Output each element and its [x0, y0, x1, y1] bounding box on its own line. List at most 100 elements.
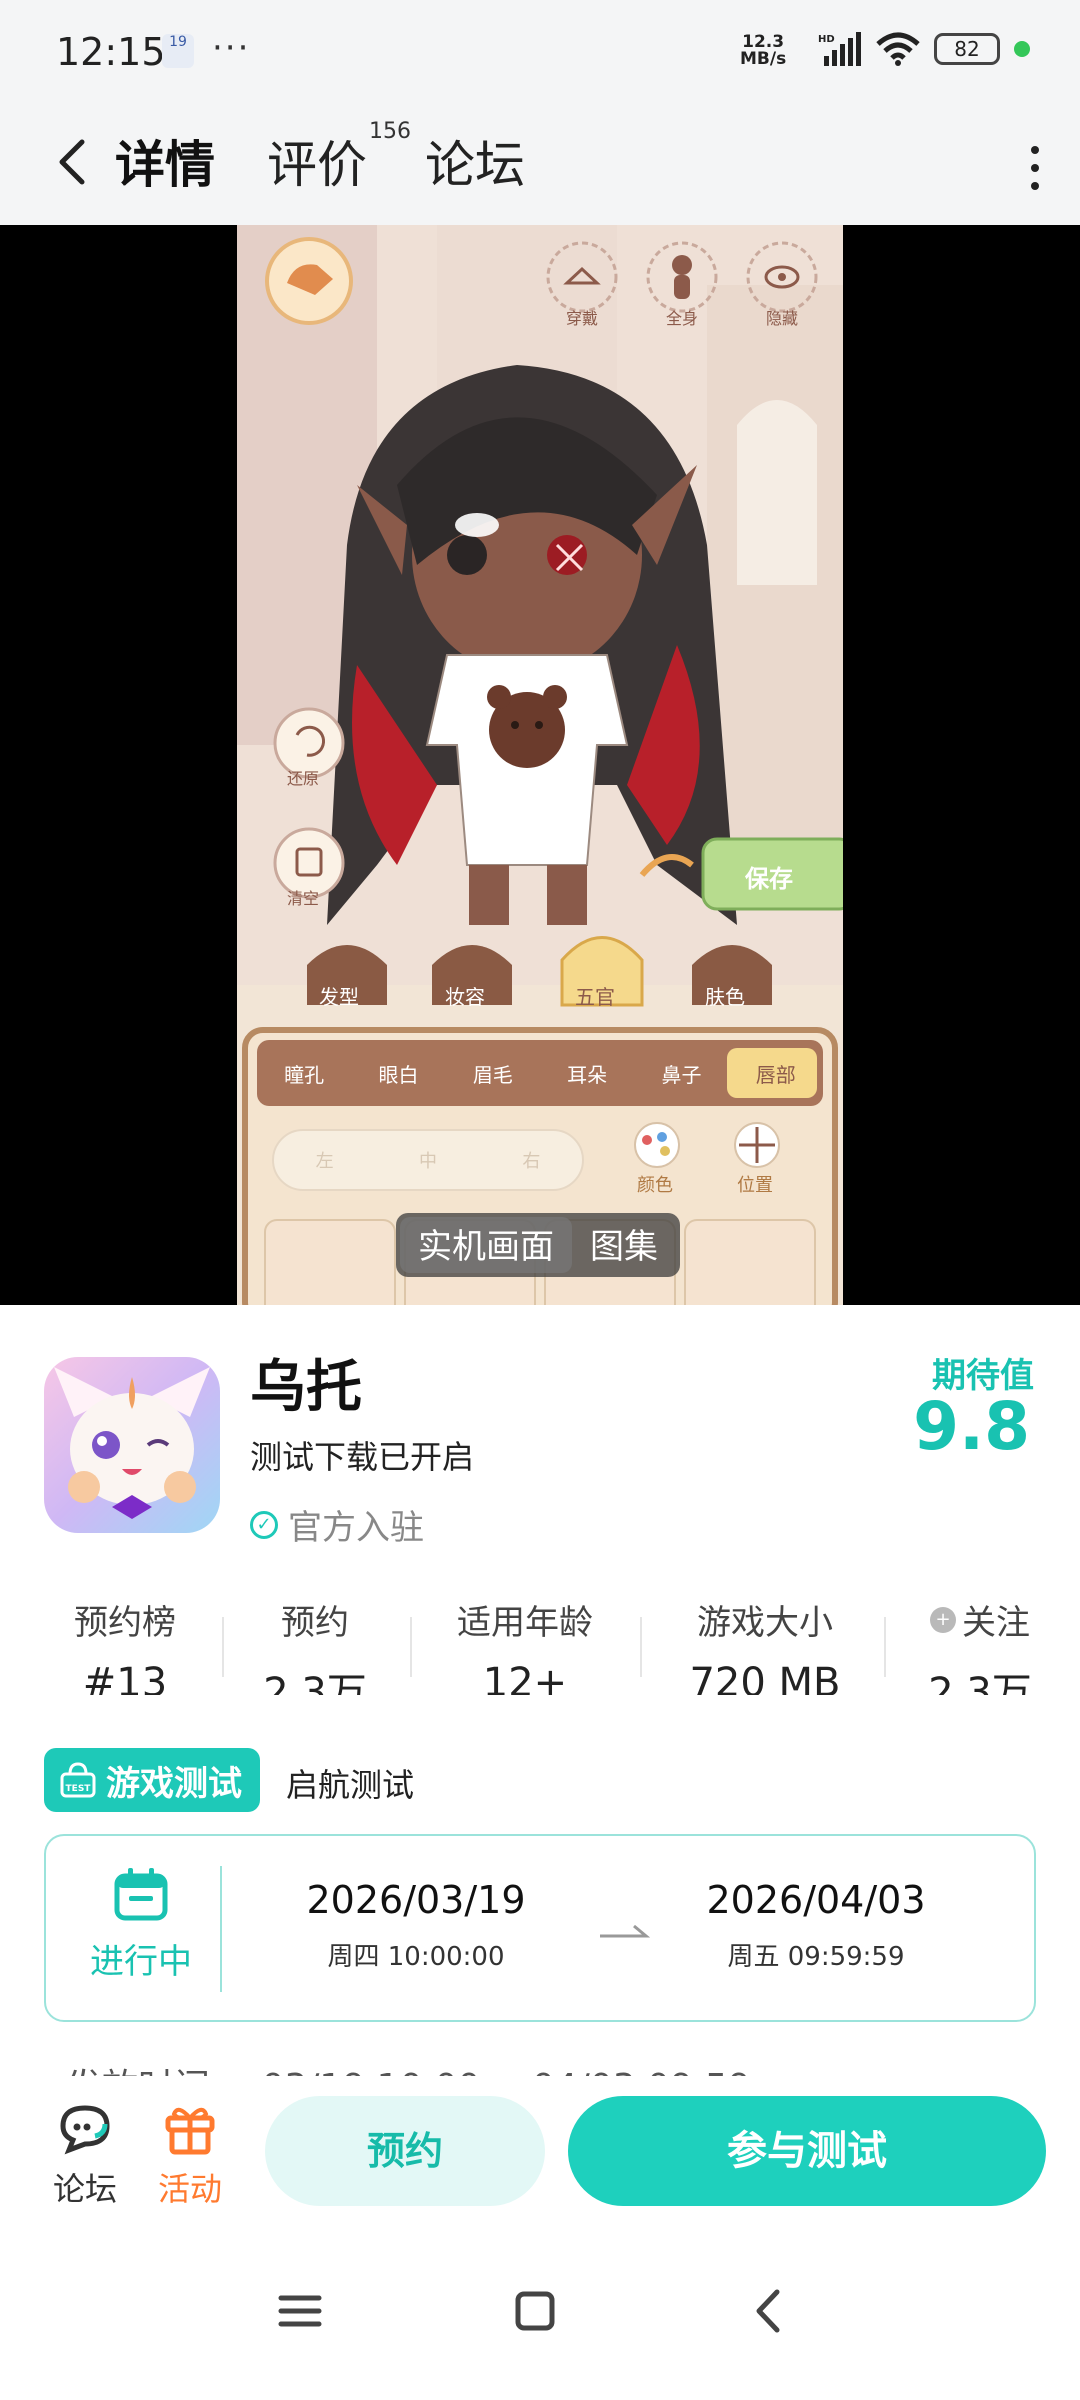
game-subtitle: 测试下载已开启 — [250, 1438, 475, 1476]
bottom-action-bar: 论坛 活动 预约 参与测试 — [0, 2076, 1080, 2226]
gift-icon — [165, 2107, 215, 2155]
game-title: 乌托 — [250, 1355, 362, 1420]
stat-reservations-label: 预约 — [281, 1603, 349, 1643]
arrow-right-icon — [600, 1924, 650, 1938]
home-icon[interactable] — [500, 2276, 570, 2346]
test-end-time: 周五 09:59:59 — [727, 1942, 905, 1972]
back-arrow-icon[interactable] — [44, 132, 104, 192]
activity-label: 活动 — [157, 2170, 222, 2208]
media-viewer[interactable]: 穿戴 全身 隐藏 还原 清空 保存 发型 妆容 五官 肤色 瞳孔 眼白 眉毛 耳… — [0, 225, 1080, 1305]
menu-icon[interactable] — [265, 2276, 335, 2346]
test-start-date: 2026/03/19 — [306, 1878, 526, 1922]
status-bar: 12:15 19 ··· 12.3 MB/s HD 82 — [0, 0, 1080, 110]
test-status-label: 进行中 — [90, 1942, 192, 1982]
official-badge: ✓ 官方入驻 — [250, 1500, 424, 1549]
check-circle-icon: ✓ — [250, 1510, 278, 1539]
stat-size-label: 游戏大小 — [697, 1603, 833, 1643]
toggle-gallery[interactable]: 图集 — [572, 1217, 676, 1273]
calendar-icon — [114, 1868, 168, 1921]
reserve-button[interactable]: 预约 — [265, 2096, 545, 2206]
game-subtab-eyewhite: 眼白 — [378, 1063, 419, 1087]
game-wear-label: 穿戴 — [565, 309, 598, 328]
stat-follow-label: 关注 — [962, 1603, 1030, 1643]
game-tab-makeup: 妆容 — [445, 985, 485, 1009]
game-screenshot[interactable]: 穿戴 全身 隐藏 还原 清空 保存 发型 妆容 五官 肤色 瞳孔 眼白 眉毛 耳… — [237, 225, 843, 1305]
calendar-day: 19 — [169, 34, 187, 50]
stat-reservations: 预约 2.3万 — [240, 1595, 390, 1695]
game-position-label: 位置 — [737, 1175, 773, 1196]
stat-size-value: 720 MB — [689, 1660, 841, 1695]
media-toggle: 实机画面 图集 — [396, 1213, 680, 1277]
toggle-gameplay[interactable]: 实机画面 — [400, 1217, 572, 1273]
tab-details-label: 详情 — [115, 136, 215, 194]
test-name: 启航测试 — [286, 1766, 415, 1804]
game-mascot-image — [44, 1357, 220, 1533]
game-pos-left: 左 — [315, 1151, 334, 1172]
stat-age: 适用年龄 12+ — [430, 1595, 620, 1695]
stat-divider — [640, 1617, 642, 1677]
stat-follow[interactable]: + 关注 2.3万 — [900, 1595, 1060, 1695]
tab-reviews-label: 评价 — [267, 136, 367, 194]
official-label: 官方入驻 — [288, 1508, 424, 1548]
stat-reservations-value: 2.3万 — [263, 1670, 367, 1695]
test-end-date: 2026/04/03 — [706, 1878, 926, 1922]
game-restore-label: 还原 — [287, 769, 320, 788]
expectation-score: 9.8 — [913, 1388, 1030, 1465]
stat-divider — [884, 1617, 886, 1677]
privacy-indicator-dot — [1014, 41, 1030, 57]
join-test-button[interactable]: 参与测试 — [568, 2096, 1046, 2206]
game-subtab-ear: 耳朵 — [567, 1063, 608, 1087]
stat-divider — [410, 1617, 412, 1677]
game-save-label: 保存 — [745, 865, 793, 893]
battery-icon: 82 — [934, 33, 1000, 65]
game-pos-right: 右 — [522, 1151, 541, 1172]
status-time: 12:15 — [56, 30, 166, 74]
forum-button[interactable]: 论坛 — [40, 2100, 130, 2210]
svg-text:TEST: TEST — [66, 1784, 92, 1794]
game-tab-hair: 发型 — [319, 985, 359, 1009]
more-options-icon[interactable] — [1020, 138, 1050, 198]
chat-bubble-icon — [60, 2105, 110, 2155]
game-sub-tabs: 瞳孔 眼白 眉毛 耳朵 鼻子 唇部 — [257, 1059, 823, 1088]
game-test-label: 游戏测试 — [106, 1763, 242, 1804]
tab-reviews[interactable]: 评价 156 — [267, 119, 411, 205]
test-start-time: 周四 10:00:00 — [327, 1942, 505, 1972]
tab-forum[interactable]: 论坛 — [425, 125, 525, 205]
back-icon[interactable] — [735, 2276, 805, 2346]
heart-plus-icon: + — [930, 1606, 956, 1633]
network-speed-unit: MB/s — [740, 49, 787, 69]
stat-follow-label-row: + 关注 — [900, 1595, 1060, 1644]
stat-reserve-rank-label: 预约榜 — [74, 1603, 176, 1643]
game-subtab-brow: 眉毛 — [472, 1063, 513, 1087]
tab-bar: 详情 评价 156 论坛 — [111, 119, 525, 205]
game-app-icon[interactable] — [44, 1357, 220, 1533]
stat-divider — [222, 1617, 224, 1677]
game-color-label: 颜色 — [637, 1175, 673, 1196]
system-nav-bar — [0, 2226, 1080, 2400]
stats-row: 预约榜 #13 预约 2.3万 适用年龄 12+ 游戏大小 720 MB + 关… — [0, 1595, 1080, 1695]
game-tab-features: 五官 — [575, 985, 615, 1009]
stat-age-label: 适用年龄 — [457, 1603, 593, 1643]
battery-level: 82 — [954, 37, 980, 61]
network-speed: 12.3 MB/s — [740, 34, 786, 68]
card-divider — [220, 1866, 222, 1992]
tab-forum-label: 论坛 — [425, 136, 525, 194]
activity-button[interactable]: 活动 — [145, 2100, 235, 2210]
game-hide-label: 隐藏 — [765, 309, 798, 328]
game-subtab-pupil: 瞳孔 — [284, 1063, 325, 1087]
game-subtab-nose: 鼻子 — [661, 1063, 702, 1087]
wifi-icon — [876, 32, 920, 66]
stat-reserve-rank-value: #13 — [82, 1660, 168, 1695]
game-tab-skin: 肤色 — [705, 985, 745, 1009]
test-icon: TEST — [60, 1762, 96, 1798]
game-scene-illustration — [237, 225, 843, 1305]
test-status: 进行中 — [76, 1866, 206, 1983]
tab-details[interactable]: 详情 — [111, 125, 219, 205]
game-clear-label: 清空 — [287, 889, 320, 908]
reviews-count-badge: 156 — [369, 119, 411, 144]
game-position-options: 左 中 右 — [273, 1147, 583, 1173]
stat-reserve-rank[interactable]: 预约榜 #13 — [40, 1595, 210, 1695]
more-notifications-icon: ··· — [212, 28, 251, 68]
game-test-badge: TEST 游戏测试 — [44, 1748, 260, 1812]
top-nav: 详情 评价 156 论坛 — [0, 110, 1080, 225]
